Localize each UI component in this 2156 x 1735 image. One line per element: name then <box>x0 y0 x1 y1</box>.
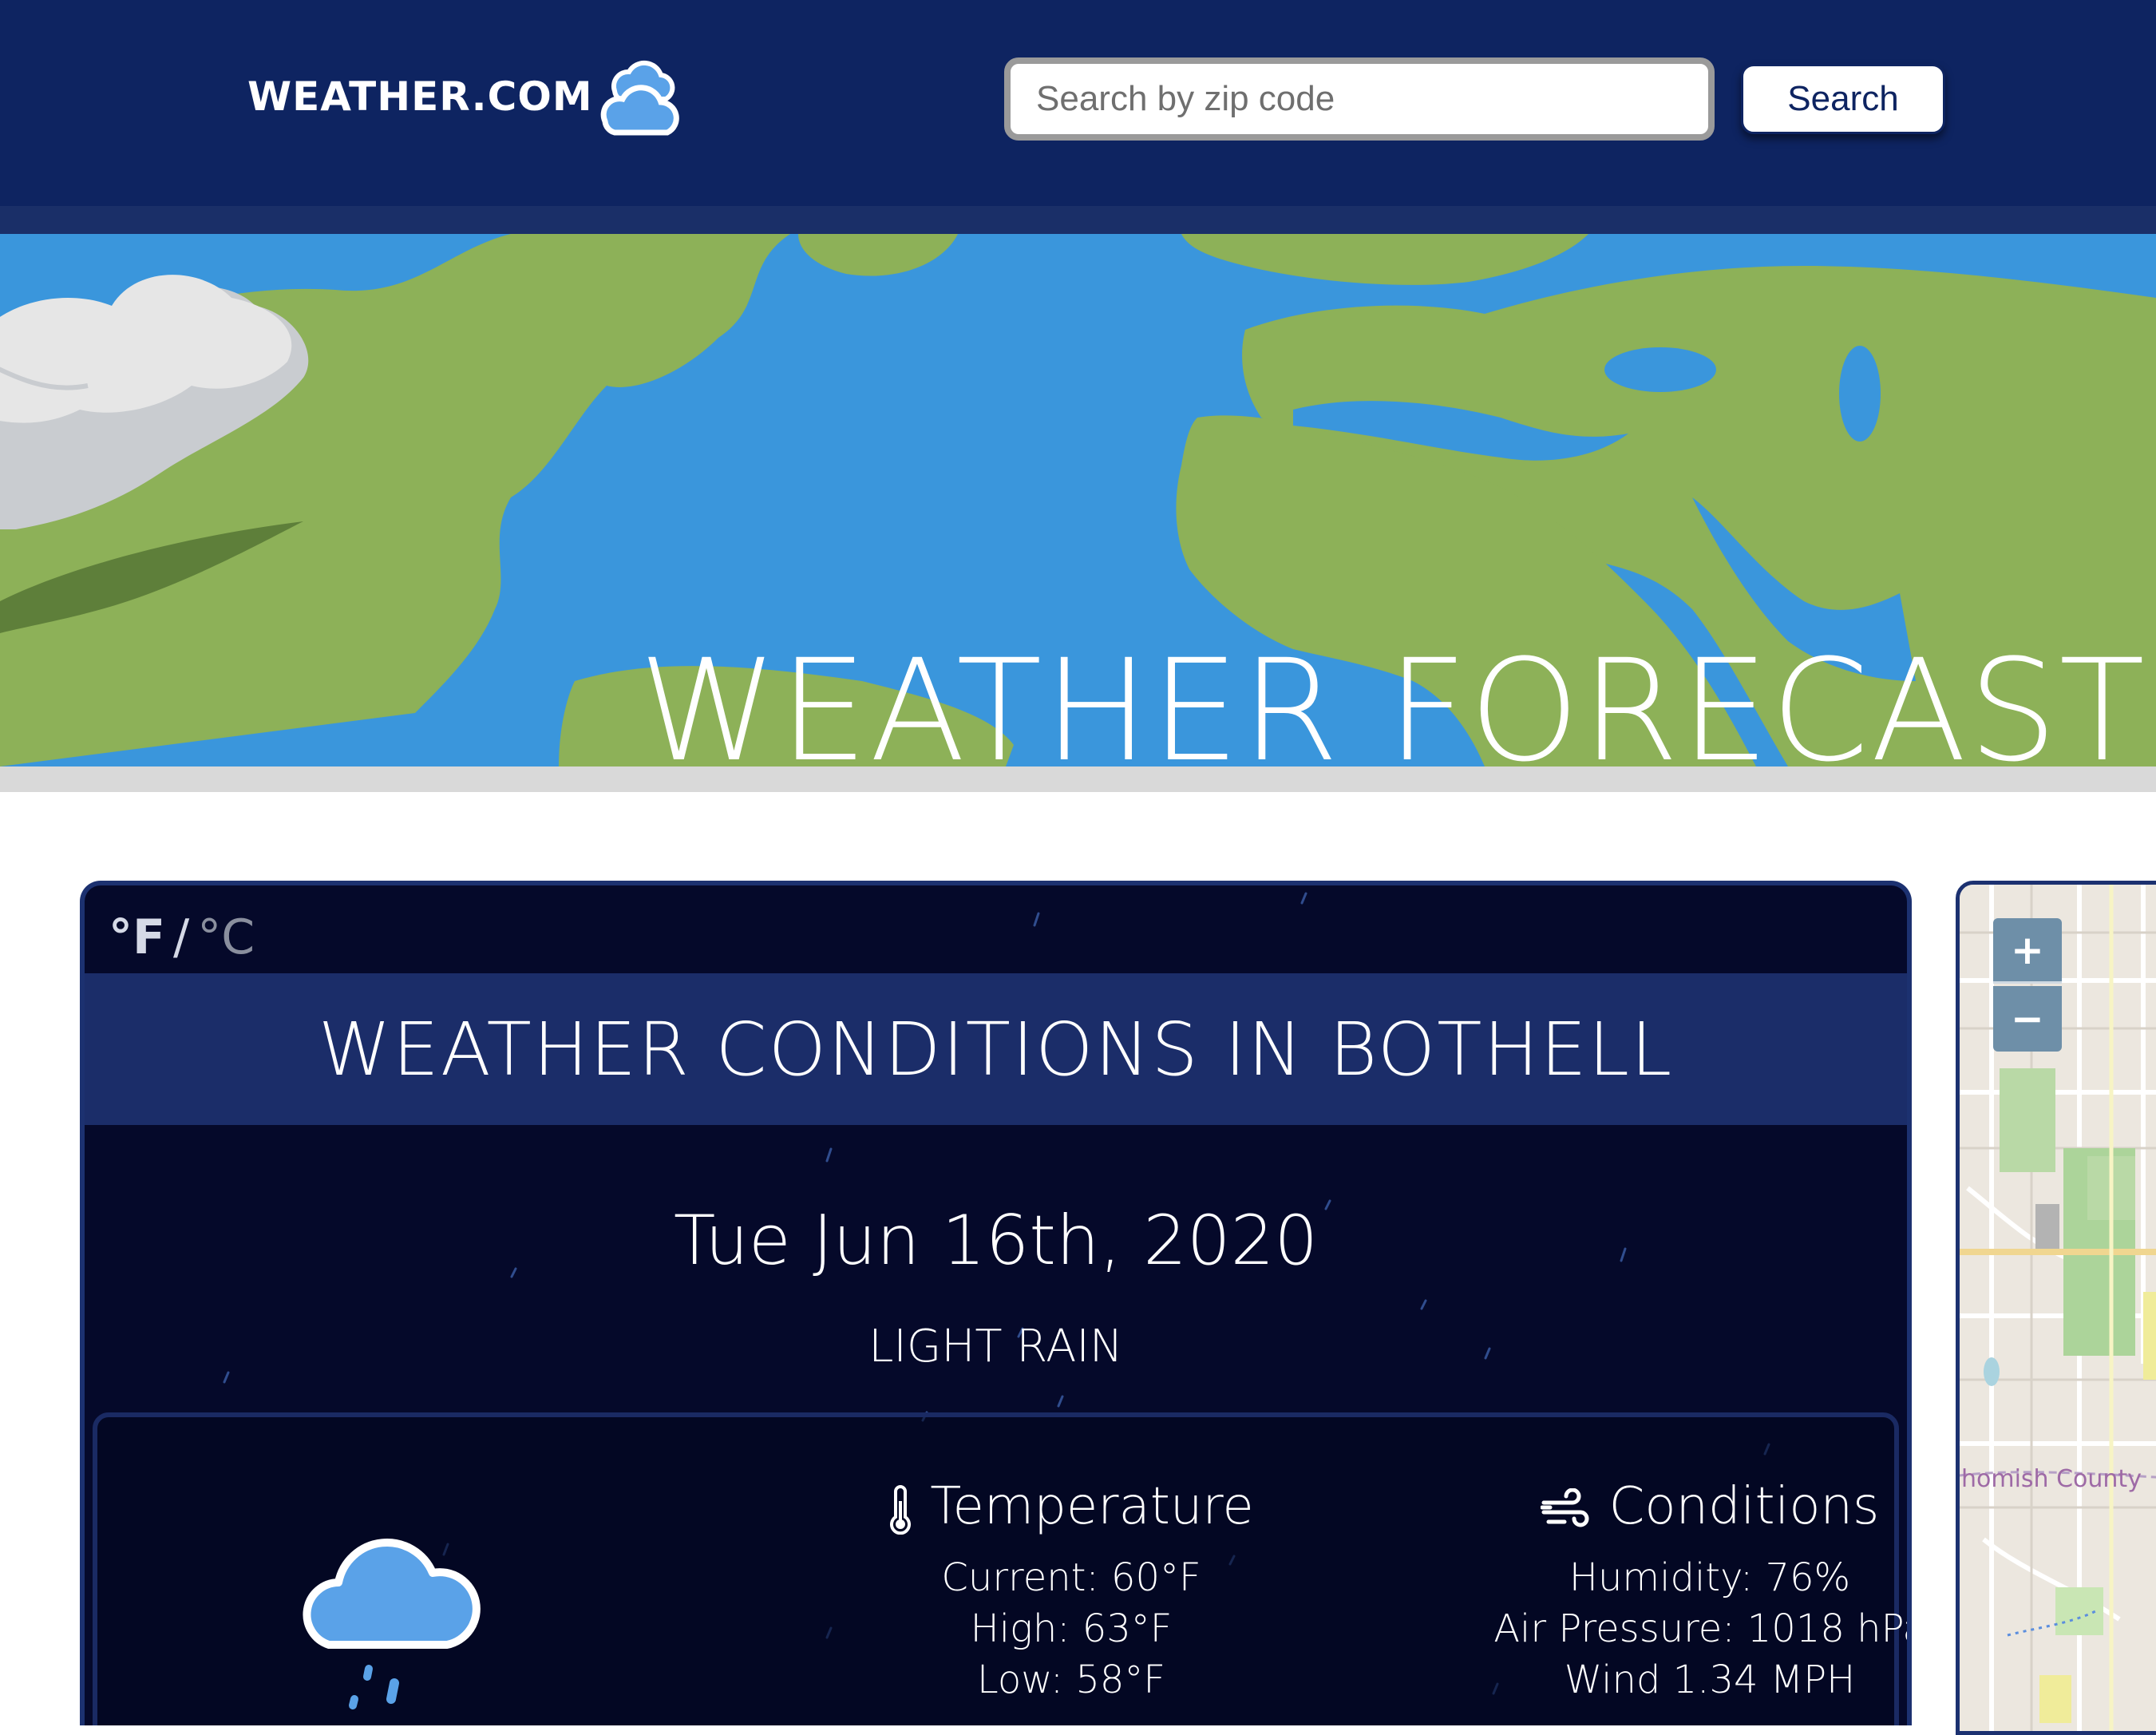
brand-logo-text[interactable]: WEATHER.COM <box>247 73 593 120</box>
low-temperature: Low: 58°F <box>976 1658 1165 1702</box>
conditions-title: WEATHER CONDITIONS IN BOTHELL <box>318 1006 1674 1092</box>
humidity-value: Humidity: 76% <box>1569 1555 1851 1600</box>
map-zoom-in-button[interactable]: + <box>1993 918 2062 984</box>
weather-details-panel: Temperature Current: 60°F High: 63°F Low… <box>93 1412 1907 1725</box>
conditions-header: WEATHER CONDITIONS IN BOTHELL <box>85 973 1907 1125</box>
unit-toggle: °F / °C <box>109 909 255 965</box>
temperature-section: Temperature Current: 60°F High: 63°F Low… <box>776 1477 1367 1705</box>
hero-banner: WEATHER FORECAST <box>0 234 2156 766</box>
forecast-date: Tue Jun 16th, 2020 <box>673 1201 1319 1281</box>
conditions-heading: Conditions <box>1608 1477 1880 1536</box>
unit-separator: / <box>173 909 190 965</box>
wind-speed-value: Wind 1.34 MPH <box>1564 1658 1856 1702</box>
location-map[interactable]: + − homish County <box>1956 881 2156 1735</box>
celsius-toggle[interactable]: °C <box>197 909 255 965</box>
zip-search-input[interactable] <box>1004 57 1715 141</box>
search-button[interactable]: Search <box>1741 64 1945 134</box>
temperature-heading: Temperature <box>930 1477 1254 1536</box>
map-zoom-out-button[interactable]: − <box>1993 986 2062 1052</box>
weather-conditions-card: °F / °C WEATHER CONDITIONS IN BOTHELL Tue … <box>80 881 1912 1725</box>
current-temperature: Current: 60°F <box>941 1555 1201 1600</box>
cloud-icon <box>600 60 679 136</box>
wind-icon <box>1540 1487 1589 1527</box>
high-temperature: High: 63°F <box>970 1606 1173 1651</box>
hero-title: WEATHER FORECAST <box>639 629 2147 767</box>
navbar-shadow-strip <box>0 206 2156 234</box>
map-county-label: homish County <box>1961 1465 2142 1493</box>
weather-description: LIGHT RAIN <box>868 1321 1123 1373</box>
rain-cloud-icon <box>303 1539 481 1709</box>
hero-divider <box>0 766 2156 792</box>
conditions-section: Conditions Humidity: 76% Air Pressure: 1… <box>1391 1477 1912 1705</box>
thermometer-icon <box>890 1484 912 1535</box>
fahrenheit-toggle[interactable]: °F <box>109 909 165 965</box>
top-navbar: WEATHER.COM Search <box>0 0 2156 206</box>
air-pressure-value: Air Pressure: 1018 hPa <box>1493 1606 1912 1651</box>
